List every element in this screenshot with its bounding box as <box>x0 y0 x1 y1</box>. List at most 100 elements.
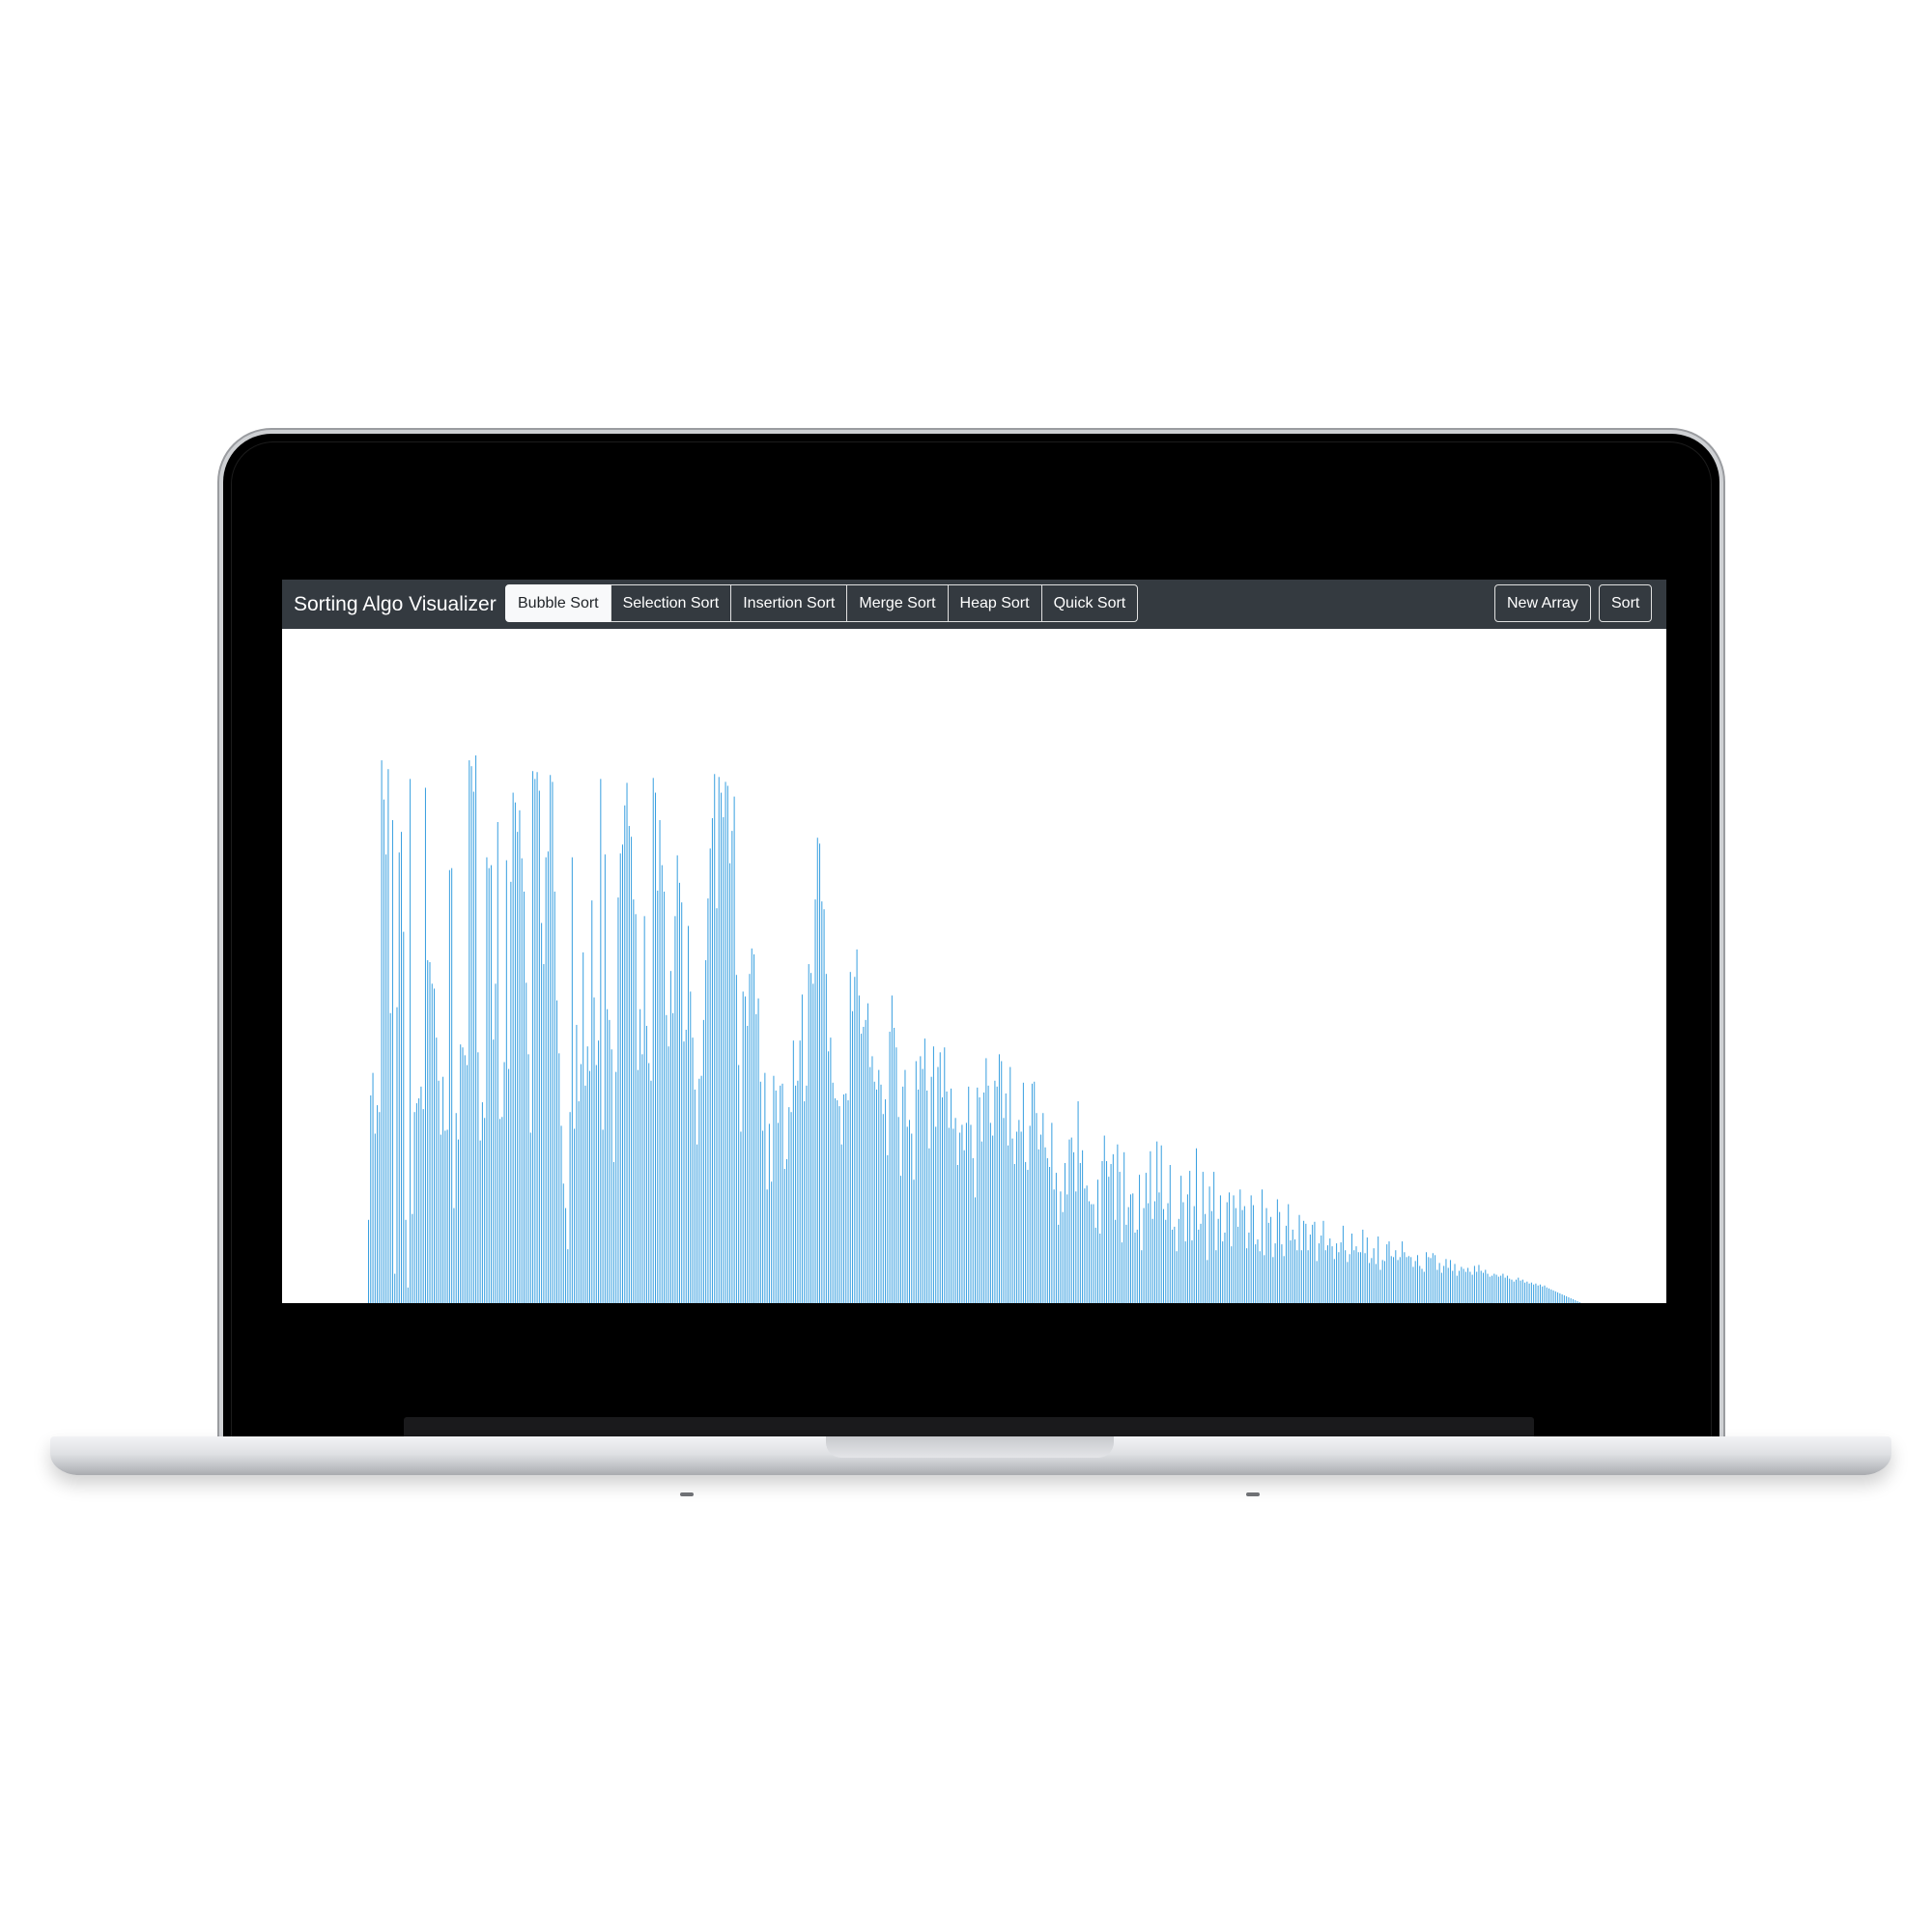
array-bar <box>1305 1223 1307 1303</box>
new-array-button[interactable]: New Array <box>1494 584 1591 622</box>
array-bar <box>1112 1153 1114 1303</box>
array-bar <box>554 892 555 1303</box>
array-bar <box>1132 1193 1134 1303</box>
array-bar <box>637 1069 639 1303</box>
array-bar <box>1360 1252 1362 1303</box>
array-bar <box>735 975 737 1303</box>
array-bar <box>1239 1189 1241 1303</box>
array-bar <box>965 1122 967 1303</box>
array-bar <box>1270 1216 1272 1303</box>
array-bar <box>543 964 545 1303</box>
array-bar <box>1172 1229 1174 1303</box>
array-bar <box>1421 1268 1423 1303</box>
array-bar <box>718 777 720 1303</box>
array-bar <box>1493 1273 1495 1303</box>
array-bar <box>438 1080 440 1303</box>
array-bar <box>1281 1244 1283 1303</box>
array-bar <box>797 1080 799 1303</box>
array-bar <box>1404 1252 1406 1303</box>
array-bar <box>1530 1282 1532 1303</box>
array-bar <box>1115 1219 1117 1303</box>
array-bar <box>1373 1248 1375 1303</box>
array-bar <box>1548 1288 1550 1303</box>
array-bar <box>582 952 584 1303</box>
heap-sort-button[interactable]: Heap Sort <box>947 584 1042 622</box>
array-bar <box>1350 1233 1352 1303</box>
array-bar <box>1513 1281 1515 1303</box>
selection-sort-button[interactable]: Selection Sort <box>610 584 732 622</box>
array-bar <box>1438 1263 1440 1303</box>
array-bar <box>1526 1281 1528 1303</box>
array-bar <box>980 1141 982 1303</box>
array-bar <box>422 1109 424 1303</box>
array-bar <box>1145 1173 1147 1303</box>
array-bar <box>641 1054 643 1303</box>
array-bar <box>1040 1134 1042 1303</box>
array-bar <box>828 1051 830 1303</box>
array-bar <box>567 1249 569 1303</box>
merge-sort-button[interactable]: Merge Sort <box>846 584 949 622</box>
insertion-sort-button[interactable]: Insertion Sort <box>730 584 848 622</box>
array-bar <box>1265 1208 1267 1303</box>
array-bar <box>545 857 547 1303</box>
array-bar <box>547 851 549 1303</box>
array-bar <box>1487 1273 1489 1303</box>
array-bar <box>683 1041 685 1303</box>
array-bar <box>1117 1144 1119 1303</box>
array-bar <box>1327 1245 1329 1303</box>
array-bar <box>1084 1188 1086 1303</box>
array-bar <box>1521 1279 1523 1303</box>
array-bar <box>1578 1301 1580 1303</box>
array-bar <box>1528 1283 1530 1303</box>
array-bar <box>674 916 676 1303</box>
array-bar <box>834 1098 836 1303</box>
array-bar <box>633 899 635 1303</box>
array-bar <box>389 1012 391 1303</box>
array-bar <box>1255 1244 1257 1303</box>
array-bar <box>385 854 387 1303</box>
array-bar <box>391 819 393 1303</box>
array-bar <box>861 1034 863 1303</box>
array-bar <box>555 1000 557 1303</box>
array-bar <box>514 802 516 1303</box>
array-bar <box>609 1019 611 1303</box>
array-bar <box>655 792 657 1303</box>
array-bar <box>1008 1145 1009 1303</box>
sort-button[interactable]: Sort <box>1599 584 1653 622</box>
array-bar <box>738 1065 740 1303</box>
array-bar <box>1165 1219 1167 1303</box>
array-bar <box>1542 1286 1544 1303</box>
array-bar <box>1485 1269 1487 1303</box>
quick-sort-button[interactable]: Quick Sort <box>1040 584 1139 622</box>
array-bar <box>913 1179 915 1303</box>
array-bar <box>1025 1161 1027 1303</box>
array-bar <box>1169 1164 1171 1303</box>
array-bar <box>560 1125 562 1303</box>
array-bar <box>972 1157 974 1303</box>
array-bar <box>1093 1204 1094 1303</box>
array-bar <box>503 1062 505 1303</box>
laptop-mockup: Sorting Algo Visualizer Bubble Sort Sele… <box>0 0 1932 1932</box>
array-bar <box>963 1150 965 1303</box>
array-bar <box>523 892 525 1303</box>
array-bar <box>1504 1277 1506 1303</box>
array-bar <box>845 1093 847 1303</box>
array-bar <box>639 1009 641 1303</box>
array-bar <box>415 1103 417 1303</box>
bubble-sort-button[interactable]: Bubble Sort <box>505 584 611 622</box>
array-bar <box>550 775 552 1303</box>
array-bar <box>847 1100 849 1303</box>
array-bar <box>759 1081 761 1303</box>
array-bar <box>908 1120 911 1303</box>
array-bar <box>994 1080 996 1303</box>
array-bar <box>1566 1295 1568 1303</box>
array-bar <box>510 881 512 1303</box>
array-bar <box>664 892 666 1303</box>
array-bar <box>961 1124 963 1303</box>
array-bar <box>1298 1214 1300 1303</box>
array-bar <box>1200 1223 1202 1303</box>
array-bar <box>490 865 492 1303</box>
array-bar <box>894 1027 895 1303</box>
array-bar <box>1520 1280 1521 1303</box>
array-bar <box>424 787 426 1303</box>
